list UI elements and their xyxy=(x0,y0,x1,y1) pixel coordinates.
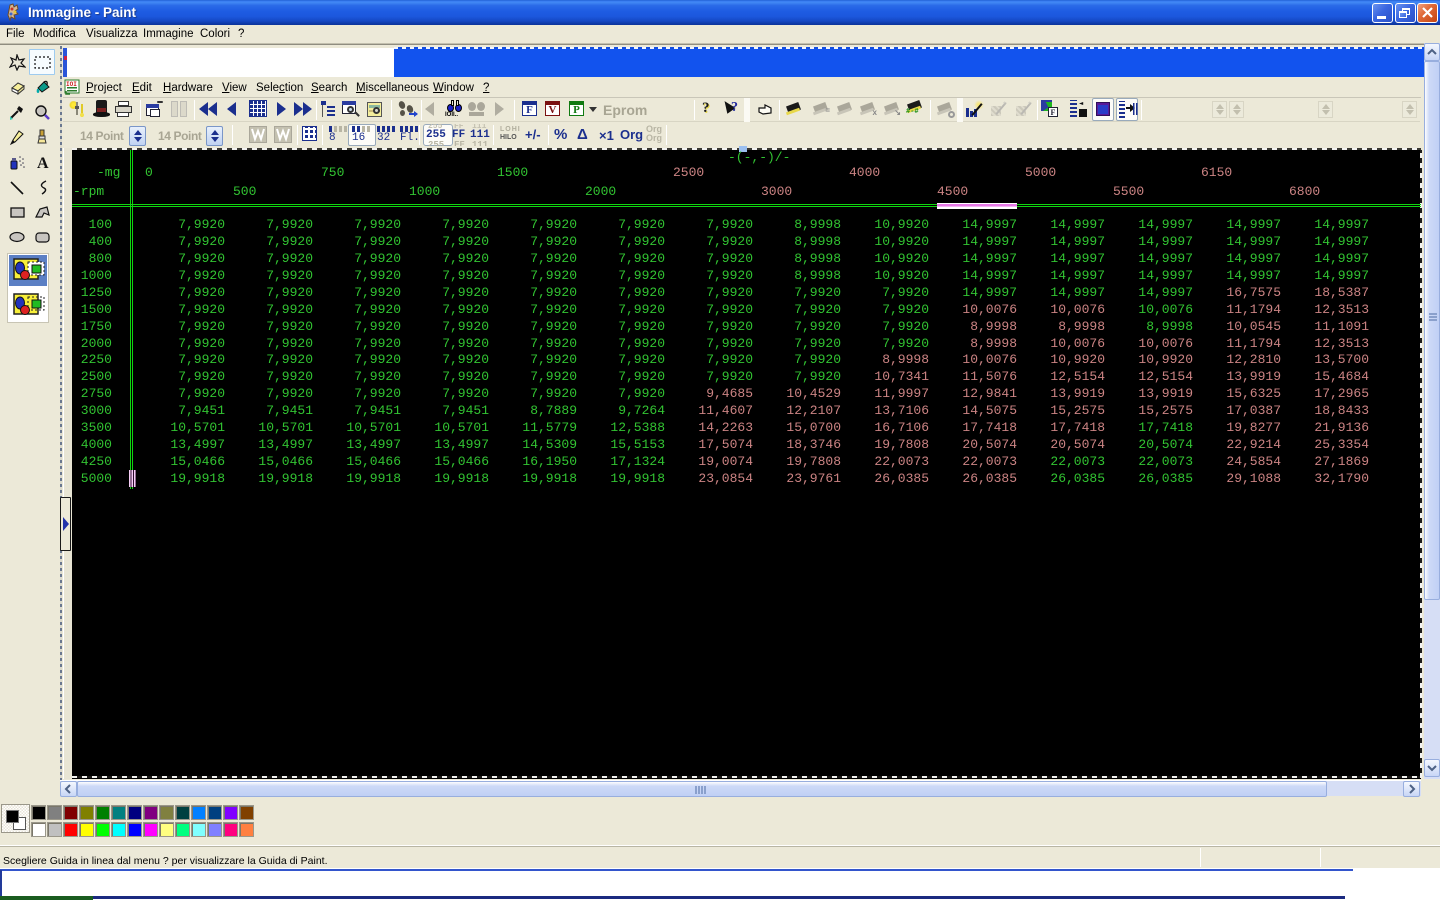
svg-text:A: A xyxy=(37,155,49,171)
